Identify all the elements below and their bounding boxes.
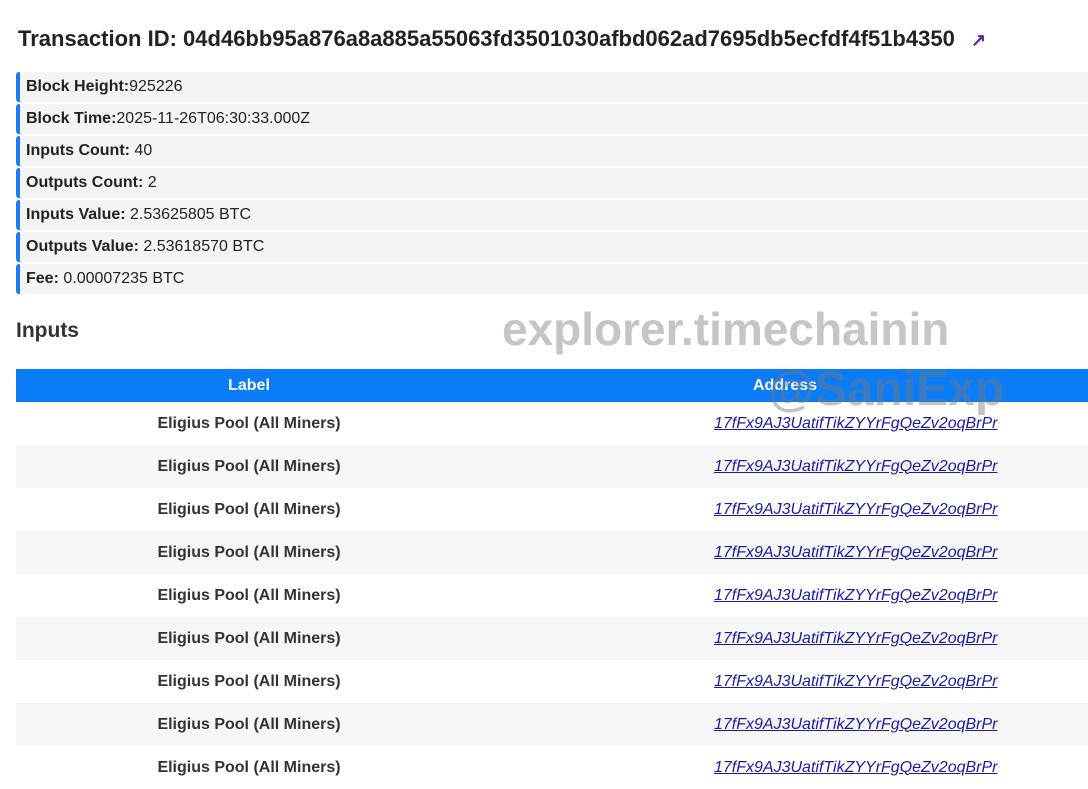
info-label: Outputs Value: — [26, 238, 139, 255]
info-value: 2.53625805 BTC — [125, 206, 251, 223]
info-label: Outputs Count: — [26, 174, 144, 191]
info-label: Inputs Value: — [26, 206, 126, 223]
address-link[interactable]: 17fFx9AJ3UatifTikZYYrFgQeZv2oqBrPr — [714, 415, 998, 432]
input-label: Eligius Pool (All Miners) — [157, 414, 341, 432]
address-cell: 17fFx9AJ3UatifTikZYYrFgQeZv2oqBrPr — [482, 703, 1088, 746]
input-label: Eligius Pool (All Miners) — [157, 500, 341, 518]
address-link[interactable]: 17fFx9AJ3UatifTikZYYrFgQeZv2oqBrPr — [714, 759, 998, 776]
watermark-handle: @SaniExp — [768, 363, 1005, 416]
column-header-label: Label — [16, 369, 482, 402]
watermark-site: explorer.timechainin — [502, 303, 950, 355]
page-title: Transaction ID: 04d46bb95a876a8a885a5506… — [18, 26, 986, 52]
input-label: Eligius Pool (All Miners) — [157, 672, 341, 690]
info-value: 40 — [129, 142, 153, 159]
input-label: Eligius Pool (All Miners) — [16, 445, 482, 488]
address-link[interactable]: 17fFx9AJ3UatifTikZYYrFgQeZv2oqBrPr — [714, 587, 998, 604]
info-value: 2025-11-26T06:30:33.000Z — [116, 110, 311, 127]
table-row: Eligius Pool (All Miners) 17fFx9AJ3UatifT… — [16, 617, 1088, 660]
info-value: 2 — [143, 174, 157, 191]
input-label: Eligius Pool (All Miners) — [157, 586, 341, 604]
address-cell: 17fFx9AJ3UatifTikZYYrFgQeZv2oqBrPr — [482, 445, 1088, 488]
transaction-id: 04d46bb95a876a8a885a55063fd3501030afbd06… — [183, 26, 955, 51]
info-row: Block Time:2025-11-26T06:30:33.000Z — [16, 104, 1088, 134]
address-cell: 17fFx9AJ3UatifTikZYYrFgQeZv2oqBrPr — [482, 531, 1088, 574]
table-row: Eligius Pool (All Miners) 17fFx9AJ3UatifT… — [16, 574, 1088, 617]
table-row: Eligius Pool (All Miners) 17fFx9AJ3UatifT… — [16, 703, 1088, 746]
address-link[interactable]: 17fFx9AJ3UatifTikZYYrFgQeZv2oqBrPr — [714, 630, 998, 647]
inputs-heading: Inputs — [16, 319, 79, 342]
info-row: Outputs Value: 2.53618570 BTC — [16, 232, 1088, 262]
address-link[interactable]: 17fFx9AJ3UatifTikZYYrFgQeZv2oqBrPr — [714, 544, 998, 561]
address-cell: 17fFx9AJ3UatifTikZYYrFgQeZv2oqBrPr — [482, 617, 1088, 660]
table-row: Eligius Pool (All Miners) 17fFx9AJ3UatifT… — [16, 746, 1088, 789]
table-row: Eligius Pool (All Miners) 17fFx9AJ3UatifT… — [16, 488, 1088, 531]
external-link-icon[interactable]: ↗ — [971, 30, 986, 50]
transaction-info: Block Height:925226 Block Time:2025-11-26… — [16, 72, 1088, 296]
info-label: Block Height: — [26, 78, 130, 95]
address-cell: 17fFx9AJ3UatifTikZYYrFgQeZv2oqBrPr — [482, 746, 1088, 789]
info-value: 2.53618570 BTC — [138, 238, 265, 255]
address-link[interactable]: 17fFx9AJ3UatifTikZYYrFgQeZv2oqBrPr — [714, 458, 998, 475]
address-link[interactable]: 17fFx9AJ3UatifTikZYYrFgQeZv2oqBrPr — [714, 716, 998, 733]
input-label: Eligius Pool (All Miners) — [157, 758, 341, 776]
address-cell: 17fFx9AJ3UatifTikZYYrFgQeZv2oqBrPr — [482, 574, 1088, 617]
input-label: Eligius Pool (All Miners) — [16, 531, 482, 574]
table-row: Eligius Pool (All Miners) 17fFx9AJ3UatifT… — [16, 531, 1088, 574]
info-value: 0.00007235 BTC — [58, 270, 185, 287]
info-row: Block Height:925226 — [16, 72, 1088, 102]
address-link[interactable]: 17fFx9AJ3UatifTikZYYrFgQeZv2oqBrPr — [714, 501, 998, 518]
address-cell: 17fFx9AJ3UatifTikZYYrFgQeZv2oqBrPr — [482, 488, 1088, 531]
info-row: Inputs Value: 2.53625805 BTC — [16, 200, 1088, 230]
table-row: Eligius Pool (All Miners) 17fFx9AJ3UatifT… — [16, 660, 1088, 703]
address-cell: 17fFx9AJ3UatifTikZYYrFgQeZv2oqBrPr — [482, 660, 1088, 703]
input-label: Eligius Pool (All Miners) — [16, 617, 482, 660]
info-value: 925226 — [129, 78, 183, 95]
info-label: Fee: — [26, 270, 59, 287]
info-row: Outputs Count: 2 — [16, 168, 1088, 198]
inputs-table: Label Address Eligius Pool (All Miners) 1… — [16, 369, 1088, 789]
input-label: Eligius Pool (All Miners) — [16, 703, 482, 746]
info-label: Inputs Count: — [26, 142, 130, 159]
address-link[interactable]: 17fFx9AJ3UatifTikZYYrFgQeZv2oqBrPr — [714, 673, 998, 690]
info-label: Block Time: — [26, 110, 117, 127]
info-row: Inputs Count: 40 — [16, 136, 1088, 166]
table-row: Eligius Pool (All Miners) 17fFx9AJ3UatifT… — [16, 445, 1088, 488]
title-label: Transaction ID: — [18, 26, 177, 51]
info-row: Fee: 0.00007235 BTC — [16, 264, 1088, 294]
